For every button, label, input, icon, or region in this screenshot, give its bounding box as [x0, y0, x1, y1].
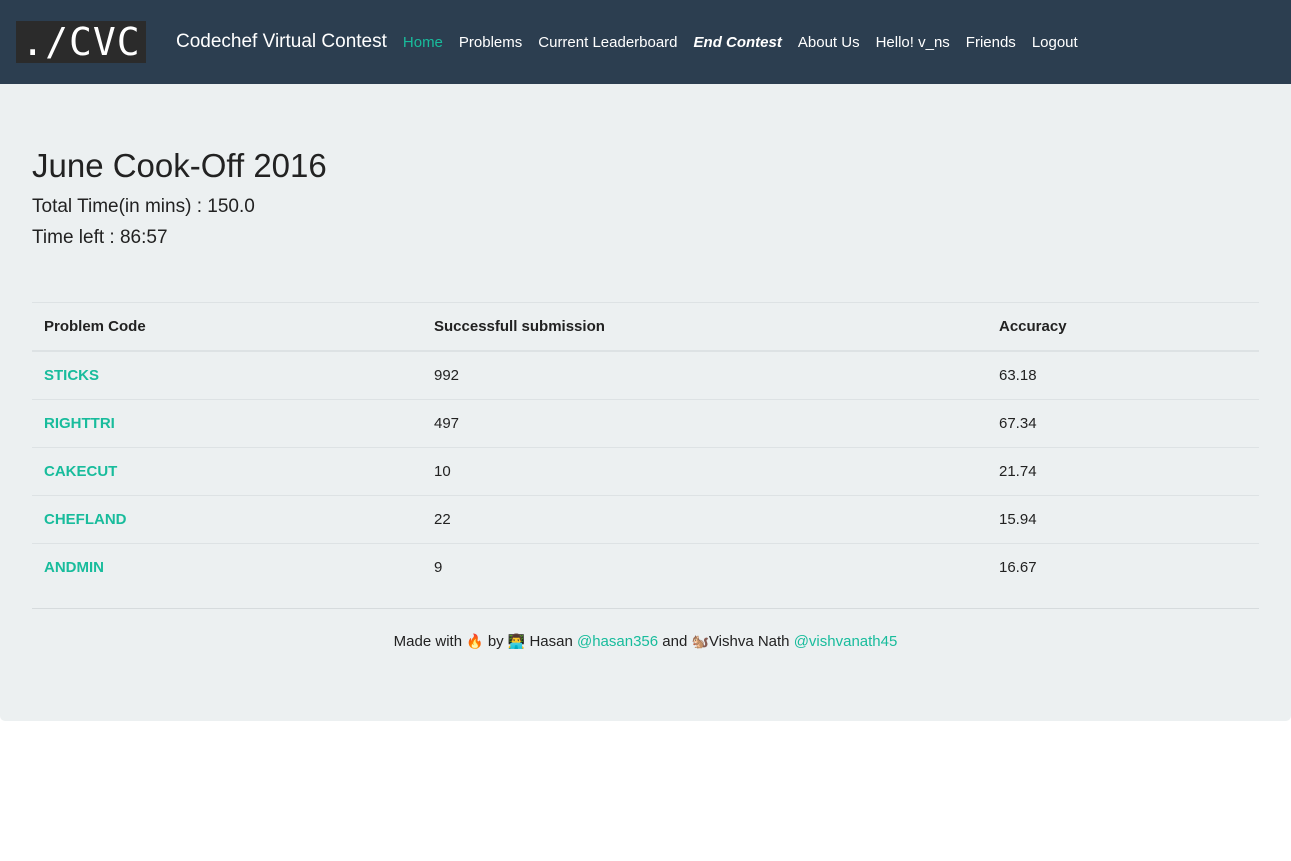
- footer-divider: [32, 608, 1259, 609]
- table-row: ANDMIN 9 16.67: [32, 543, 1259, 591]
- nav-end-contest-link[interactable]: End Contest: [694, 34, 782, 51]
- submissions-cell: 10: [422, 447, 987, 496]
- problem-link-andmin[interactable]: ANDMIN: [44, 559, 104, 576]
- contest-panel: June Cook-Off 2016 Total Time(in mins) :…: [0, 84, 1291, 721]
- nav-leaderboard-link[interactable]: Current Leaderboard: [538, 34, 677, 51]
- author-handle-vishva[interactable]: @vishvanath45: [794, 633, 898, 650]
- header-problem-code: Problem Code: [32, 302, 422, 352]
- problem-link-cakecut[interactable]: CAKECUT: [44, 463, 117, 480]
- accuracy-cell: 21.74: [987, 447, 1259, 496]
- time-left: Time left : 86:57: [32, 227, 168, 248]
- made-with-text: Made with: [393, 633, 463, 650]
- header-successful-submission: Successfull submission: [422, 302, 987, 352]
- header-accuracy: Accuracy: [987, 302, 1259, 352]
- table-row: STICKS 992 63.18: [32, 351, 1259, 400]
- top-navbar: ./CVC Codechef Virtual Contest Home Prob…: [0, 0, 1291, 84]
- problem-link-righttri[interactable]: RIGHTTRI: [44, 415, 115, 432]
- brand-title[interactable]: Codechef Virtual Contest: [176, 31, 387, 53]
- accuracy-cell: 16.67: [987, 543, 1259, 591]
- squirrel-icon: 🐿️: [691, 634, 709, 650]
- problem-link-chefland[interactable]: CHEFLAND: [44, 511, 127, 528]
- developer-icon: 👨‍💻: [507, 634, 526, 650]
- contest-title: June Cook-Off 2016: [32, 147, 327, 184]
- table-row: CAKECUT 10 21.74: [32, 447, 1259, 496]
- submissions-cell: 22: [422, 495, 987, 544]
- nav-home-link[interactable]: Home: [403, 34, 443, 51]
- table-row: RIGHTTRI 497 67.34: [32, 399, 1259, 448]
- author-handle-hasan[interactable]: @hasan356: [577, 633, 658, 650]
- credits-footer: Made with 🔥 by 👨‍💻 Hasan @hasan356 and 🐿…: [32, 633, 1259, 650]
- table-row: CHEFLAND 22 15.94: [32, 495, 1259, 544]
- nav-user-greeting[interactable]: Hello! v_ns: [876, 34, 950, 51]
- table-header-row: Problem Code Successfull submission Accu…: [32, 302, 1259, 352]
- nav-problems-link[interactable]: Problems: [459, 34, 522, 51]
- submissions-cell: 497: [422, 399, 987, 448]
- accuracy-cell: 67.34: [987, 399, 1259, 448]
- author-name-vishva: Vishva Nath: [708, 633, 790, 650]
- submissions-cell: 992: [434, 367, 460, 384]
- total-time: Total Time(in mins) : 150.0: [32, 196, 255, 217]
- by-text: by: [487, 633, 504, 650]
- author-name-hasan: Hasan: [529, 633, 573, 650]
- accuracy-cell: 63.18: [999, 367, 1037, 384]
- accuracy-cell: 15.94: [987, 495, 1259, 544]
- nav-about-link[interactable]: About Us: [798, 34, 860, 51]
- nav-logout-link[interactable]: Logout: [1032, 34, 1078, 51]
- cvc-logo[interactable]: ./CVC: [16, 21, 146, 63]
- and-text: and: [662, 633, 688, 650]
- problems-table: Problem Code Successfull submission Accu…: [32, 302, 1259, 591]
- fire-icon: 🔥: [466, 634, 484, 650]
- problem-link-sticks[interactable]: STICKS: [44, 367, 99, 384]
- contest-meta: Total Time(in mins) : 150.0 Time left : …: [32, 191, 1259, 253]
- nav-links: Home Problems Current Leaderboard End Co…: [403, 34, 1094, 51]
- submissions-cell: 9: [422, 543, 987, 591]
- nav-friends-link[interactable]: Friends: [966, 34, 1016, 51]
